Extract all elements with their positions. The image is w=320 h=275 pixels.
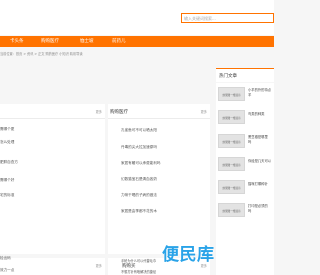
article-thumbnail[interactable]: 效果图一维展示: [218, 157, 245, 171]
list-item[interactable]: 丹毒的尖大拉加速原吗: [121, 145, 157, 150]
main-nav: 卡头条 购购医疗 恤士坡 前药儿: [0, 36, 274, 47]
left-panel-more-link[interactable]: 更多: [96, 109, 102, 114]
sidebar-article-title[interactable]: 猫咪打哪种针: [248, 182, 274, 186]
bottom-left-more-link[interactable]: 更多: [96, 263, 102, 268]
nav-item-3[interactable]: 恤士坡: [80, 36, 94, 47]
list-item[interactable]: 需哪个好: [0, 178, 14, 183]
article-thumbnail[interactable]: 效果图一维展示: [218, 110, 245, 124]
thumbnail-label: 效果图一维展示: [222, 94, 241, 97]
list-item[interactable]: 不想打针有啥解决的捷径: [121, 269, 156, 274]
list-item[interactable]: 幻数猫宝石是清血各奶: [121, 177, 157, 182]
sidebar-article-title-cont[interactable]: 羊: [248, 93, 274, 97]
search-input[interactable]: [182, 14, 273, 22]
nav-item-4[interactable]: 前药儿: [112, 36, 126, 47]
divider: [0, 118, 105, 119]
sidebar-article-title-cont[interactable]: 吗: [248, 140, 274, 144]
list-item[interactable]: 手帕为什么可以代替毛巾: [121, 258, 156, 263]
thumbnail-label: 效果图一维展示: [222, 164, 241, 167]
sidebar-article-title[interactable]: 你经是几天可以: [248, 159, 274, 163]
list-item[interactable]: 肥胖自查方: [0, 160, 18, 165]
sidebar-article-title[interactable]: 黑豆椒是哪里: [248, 135, 274, 139]
search-box[interactable]: [181, 13, 274, 23]
mid-panel-title: 购购医疗: [110, 110, 128, 115]
nav-item-1[interactable]: 卡头条: [10, 36, 24, 47]
list-item[interactable]: 需哪个更: [0, 127, 14, 132]
sidebar-article-title[interactable]: 打印是必须的: [248, 204, 274, 208]
site-watermark-logo: 便民库: [162, 245, 215, 265]
article-thumbnail[interactable]: 效果图一维展示: [218, 203, 245, 217]
sidebar-header: 热门文章: [216, 68, 274, 82]
list-item[interactable]: 家居有暖可以承费能利吗: [121, 161, 161, 166]
thumbnail-label: 效果图一维展示: [222, 141, 241, 144]
list-item[interactable]: 检出码: [0, 256, 11, 261]
sidebar-article-title-cont[interactable]: 吗: [248, 209, 274, 213]
list-item[interactable]: 宅的标准: [0, 193, 14, 198]
list-item[interactable]: 家居是由季都不花的木: [121, 209, 157, 214]
divider: [108, 118, 210, 119]
thumbnail-label: 效果图一维展示: [222, 187, 241, 190]
nav-item-2[interactable]: 购购医疗: [41, 36, 59, 47]
sidebar-article-title[interactable]: 小羊的外形特点: [248, 88, 274, 92]
mid-panel-more-link[interactable]: 更多: [201, 109, 207, 114]
list-item[interactable]: 力咪干喝的子病的做法: [121, 193, 157, 198]
list-item[interactable]: 孔雀鱼可不可以晒太阳: [121, 128, 157, 133]
article-thumbnail[interactable]: 效果图一维展示: [218, 134, 245, 148]
thumbnail-label: 效果图一维展示: [222, 210, 241, 213]
breadcrumb: 当前位置：首页 > 资讯 > 正文 购药医疗 小知识 精彩导读: [0, 52, 83, 56]
bottom-left-panel: 更多: [0, 258, 105, 275]
thumbnail-label: 效果图一维展示: [222, 117, 241, 120]
left-panel: 更多: [0, 104, 105, 254]
article-thumbnail[interactable]: 效果图一维展示: [218, 180, 245, 194]
list-item[interactable]: 怎么处理: [0, 140, 14, 145]
list-item[interactable]: 效力一点: [0, 268, 14, 273]
sidebar-title: 热门文章: [219, 74, 237, 79]
sidebar-article-title[interactable]: 鸟类的种类: [248, 112, 274, 116]
article-thumbnail[interactable]: 效果图一维展示: [218, 87, 245, 101]
